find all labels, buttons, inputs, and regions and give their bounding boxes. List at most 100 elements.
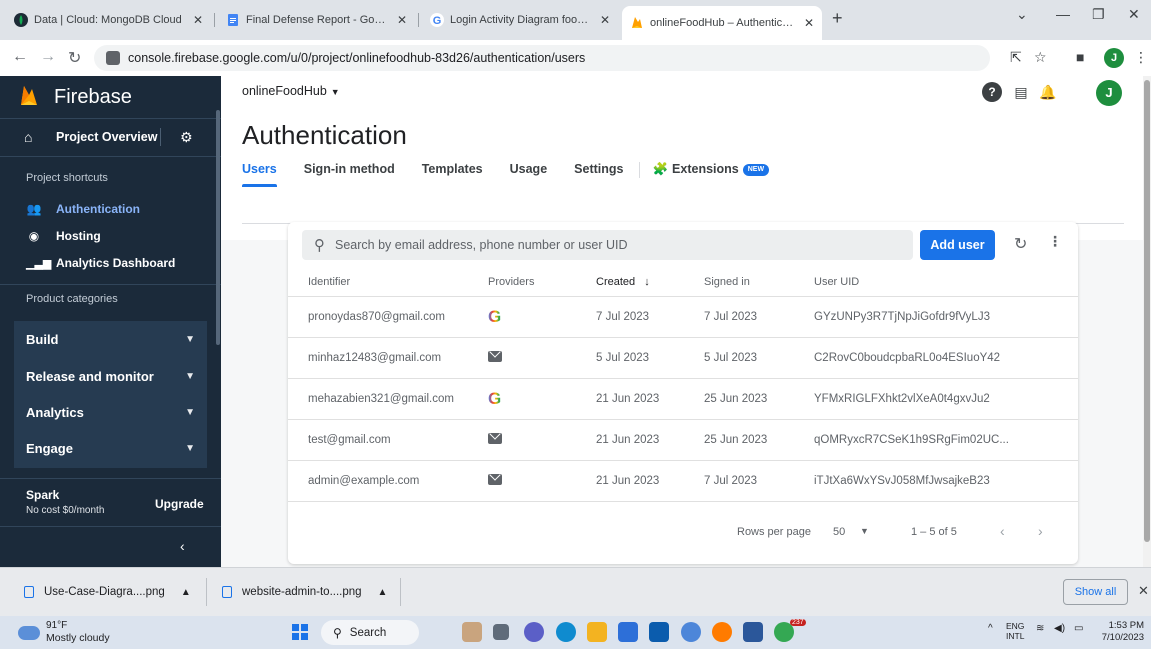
volume-icon[interactable]: ◀) bbox=[1054, 623, 1065, 634]
cell-uid: iTJtXa6WxYSvJ058MfJwsajkeB23 bbox=[814, 460, 1078, 502]
browser-tab-google-docs[interactable]: Final Defense Report - Google Do ✕ bbox=[218, 8, 415, 32]
download-item[interactable]: website-admin-to....png ▲ bbox=[222, 578, 387, 606]
scrollbar-thumb[interactable] bbox=[1144, 80, 1150, 542]
firebase-brand[interactable]: Firebase bbox=[54, 86, 132, 109]
sidebar-item-analytics-dashboard[interactable]: ▁▃▆ Analytics Dashboard bbox=[0, 252, 221, 274]
word-app-icon[interactable] bbox=[743, 622, 763, 642]
table-row[interactable]: pronoydas870@gmail.com G 7 Jul 2023 7 Ju… bbox=[288, 296, 1078, 338]
microsoft-store-icon[interactable] bbox=[618, 622, 638, 642]
column-header-providers: Providers bbox=[488, 268, 596, 297]
close-icon[interactable]: ✕ bbox=[600, 13, 610, 27]
release-notes-icon[interactable]: ▤ bbox=[1011, 82, 1031, 102]
rows-per-page-select[interactable]: 50 bbox=[833, 526, 845, 538]
close-icon[interactable]: ✕ bbox=[193, 13, 203, 27]
address-bar[interactable]: console.firebase.google.com/u/0/project/… bbox=[94, 45, 990, 71]
reload-icon[interactable]: ↻ bbox=[68, 48, 81, 68]
battery-icon[interactable]: ▭ bbox=[1074, 623, 1083, 634]
divider bbox=[0, 478, 221, 479]
browser-menu-icon[interactable]: ⋮ bbox=[1134, 49, 1148, 66]
chevron-up-icon[interactable]: ^ bbox=[988, 623, 993, 634]
tab-extensions[interactable]: 🧩 Extensions NEW bbox=[652, 162, 770, 184]
previous-page-chevron-icon[interactable]: ‹ bbox=[1000, 523, 1005, 539]
share-icon[interactable]: ⇱ bbox=[1010, 49, 1022, 66]
file-explorer-icon[interactable] bbox=[587, 622, 607, 642]
sidebar-item-hosting[interactable]: ◉ Hosting bbox=[0, 225, 221, 247]
restore-icon[interactable]: ❐ bbox=[1092, 6, 1105, 23]
tab-settings[interactable]: Settings bbox=[574, 162, 623, 184]
category-build[interactable]: Build ▼ bbox=[14, 321, 207, 357]
help-icon[interactable]: ? bbox=[982, 82, 1002, 102]
sidebar-scrollbar[interactable] bbox=[216, 110, 220, 345]
system-clock[interactable]: 1:53 PM 7/10/2023 bbox=[1094, 620, 1144, 644]
browser-tab-firebase-active[interactable]: onlineFoodHub – Authentication ✕ bbox=[622, 6, 822, 40]
site-info-icon[interactable] bbox=[106, 51, 120, 65]
category-engage[interactable]: Engage ▼ bbox=[14, 430, 207, 466]
edge-browser-icon[interactable] bbox=[556, 622, 576, 642]
category-analytics[interactable]: Analytics ▼ bbox=[14, 394, 207, 430]
browser-tab-mongodb[interactable]: Data | Cloud: MongoDB Cloud ✕ bbox=[6, 8, 211, 32]
tab-title: Data | Cloud: MongoDB Cloud bbox=[34, 14, 182, 26]
next-page-chevron-icon[interactable]: › bbox=[1038, 523, 1043, 539]
refresh-icon[interactable]: ↻ bbox=[1014, 234, 1027, 254]
upgrade-button[interactable]: Upgrade bbox=[155, 497, 204, 511]
discord-app-icon[interactable] bbox=[681, 622, 701, 642]
taskbar-search[interactable]: ⚲ Search bbox=[321, 620, 419, 645]
windows-start-icon[interactable] bbox=[292, 624, 308, 640]
divider bbox=[400, 578, 401, 606]
widgets-app-icon[interactable] bbox=[462, 622, 482, 642]
table-row[interactable]: mehazabien321@gmail.com G 21 Jun 2023 25… bbox=[288, 378, 1078, 420]
chevron-up-icon[interactable]: ▲ bbox=[181, 587, 191, 598]
browser-profile-avatar[interactable]: J bbox=[1104, 48, 1124, 68]
window-close-icon[interactable]: ✕ bbox=[1128, 6, 1140, 23]
people-icon: 👥 bbox=[26, 202, 42, 216]
clock-time: 1:53 PM bbox=[1108, 620, 1144, 631]
close-icon[interactable]: ✕ bbox=[804, 16, 814, 30]
table-row[interactable]: minhaz12483@gmail.com 5 Jul 2023 5 Jul 2… bbox=[288, 337, 1078, 379]
column-header-created[interactable]: Created ↓ bbox=[596, 268, 704, 297]
search-input[interactable] bbox=[335, 238, 895, 252]
new-tab-plus-icon[interactable]: + bbox=[832, 8, 843, 29]
browser-toolbar: ← → ↻ console.firebase.google.com/u/0/pr… bbox=[0, 40, 1151, 76]
chevron-up-icon[interactable]: ▲ bbox=[378, 587, 388, 598]
close-icon[interactable]: ✕ bbox=[397, 13, 407, 27]
firefox-icon[interactable] bbox=[712, 622, 732, 642]
table-row[interactable]: admin@example.com 21 Jun 2023 7 Jul 2023… bbox=[288, 460, 1078, 502]
teams-chat-icon[interactable] bbox=[524, 622, 544, 642]
weather-widget[interactable]: 91°F Mostly cloudy bbox=[18, 620, 110, 645]
category-release-and-monitor[interactable]: Release and monitor ▼ bbox=[14, 358, 207, 394]
tab-usage[interactable]: Usage bbox=[510, 162, 548, 184]
caret-down-icon[interactable]: ▼ bbox=[860, 526, 869, 536]
table-row[interactable]: test@gmail.com 21 Jun 2023 25 Jun 2023 q… bbox=[288, 419, 1078, 461]
collapse-sidebar-chevron-icon[interactable]: ‹ bbox=[180, 538, 185, 554]
side-panel-icon[interactable]: ■ bbox=[1076, 49, 1084, 65]
mail-app-icon[interactable] bbox=[649, 622, 669, 642]
bookmark-star-icon[interactable]: ☆ bbox=[1034, 49, 1047, 66]
user-search-box[interactable]: ⚲ bbox=[302, 230, 913, 260]
forward-arrow-icon[interactable]: → bbox=[40, 48, 56, 66]
task-view-icon[interactable] bbox=[493, 624, 509, 640]
wifi-icon[interactable]: ≋ bbox=[1036, 623, 1044, 634]
close-icon[interactable]: ✕ bbox=[1138, 583, 1149, 599]
minimize-icon[interactable]: — bbox=[1056, 6, 1070, 22]
project-shortcuts-heading: Project shortcuts bbox=[26, 172, 108, 184]
sidebar-item-authentication[interactable]: 👥 Authentication bbox=[0, 198, 221, 220]
category-label: Build bbox=[26, 331, 59, 347]
language-indicator[interactable]: ENG INTL bbox=[1006, 621, 1024, 641]
gear-icon[interactable]: ⚙ bbox=[180, 129, 193, 146]
more-options-icon[interactable]: ⋮ bbox=[1048, 233, 1062, 250]
tab-templates[interactable]: Templates bbox=[422, 162, 483, 184]
tab-search-chevron-icon[interactable]: ⌄ bbox=[1016, 6, 1028, 23]
new-badge: NEW bbox=[742, 164, 770, 176]
project-selector[interactable]: onlineFoodHub ▼ bbox=[242, 84, 340, 98]
project-overview-link[interactable]: ⌂ Project Overview ⚙ bbox=[0, 122, 221, 152]
notifications-bell-icon[interactable]: 🔔 bbox=[1038, 82, 1058, 102]
page-scrollbar[interactable] bbox=[1143, 76, 1151, 567]
tab-users[interactable]: Users bbox=[242, 162, 277, 187]
tab-sign-in-method[interactable]: Sign-in method bbox=[304, 162, 395, 184]
back-arrow-icon[interactable]: ← bbox=[12, 48, 28, 66]
download-item[interactable]: Use-Case-Diagra....png ▲ bbox=[24, 578, 191, 606]
browser-tab-google-search[interactable]: G Login Activity Diagram food web ✕ bbox=[422, 8, 618, 32]
add-user-button[interactable]: Add user bbox=[920, 230, 995, 260]
show-all-button[interactable]: Show all bbox=[1063, 579, 1128, 605]
user-avatar[interactable]: J bbox=[1096, 80, 1122, 106]
